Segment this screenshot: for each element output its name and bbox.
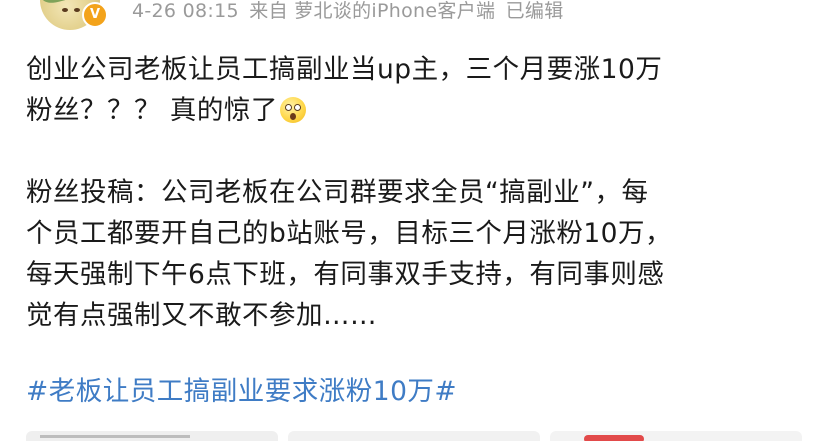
image-grid [0, 431, 828, 441]
image-thumbnail[interactable] [26, 431, 278, 441]
post-body: 创业公司老板让员工搞副业当up主，三个月要涨10万 粉丝？？？ 真的惊了 粉丝投… [26, 49, 816, 336]
post-text-line: 创业公司老板让员工搞副业当up主，三个月要涨10万 [26, 54, 663, 85]
avatar-hair [40, 0, 74, 6]
post-text-line: 每天强制下午6点下班，有同事双手支持，有同事则感 [26, 259, 665, 290]
shocked-face-emoji-icon [279, 97, 306, 123]
image-thumbnail[interactable] [288, 431, 540, 441]
post-header: V 4-26 08:15 来自 萝北谈的iPhone客户端 已编辑 [0, 0, 828, 34]
post-edited-label[interactable]: 已编辑 [506, 0, 564, 22]
post-date: 4-26 08:15 [132, 0, 239, 22]
hashtag-link[interactable]: #老板让员工搞副业要求涨粉10万# [26, 371, 457, 412]
post-text-line: 觉有点强制又不敢不参加…… [26, 300, 377, 331]
image-thumbnail[interactable] [550, 431, 802, 441]
avatar-eye-left [62, 8, 68, 12]
post-text-line: 个员工都要开自己的b站账号，目标三个月涨粉10万， [26, 218, 673, 249]
post-source[interactable]: 来自 萝北谈的iPhone客户端 [249, 0, 495, 22]
avatar-eye-right [74, 8, 80, 12]
post-meta: 4-26 08:15 来自 萝北谈的iPhone客户端 已编辑 [132, 0, 568, 24]
post-text-line: 粉丝？？？ 真的惊了 [26, 95, 278, 126]
post-text-line-with-emoji: 粉丝？？？ 真的惊了 [26, 90, 816, 131]
post-text-line: 粉丝投稿：公司老板在公司群要求全员“搞副业”，每 [26, 177, 649, 208]
verified-badge-icon: V [82, 2, 108, 28]
